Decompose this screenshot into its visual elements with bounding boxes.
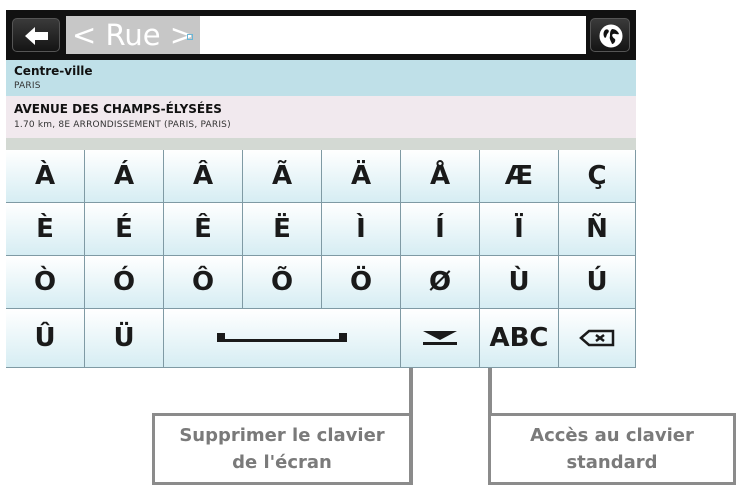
backspace-icon [579, 329, 615, 347]
key-c-cedilla[interactable]: Ç [559, 150, 636, 203]
hide-keyboard-icon [423, 331, 457, 345]
key-o-umlaut[interactable]: Ö [322, 256, 401, 309]
space-bar-key[interactable] [164, 309, 401, 368]
street-placeholder: < Rue > [66, 16, 201, 54]
key-u-grave[interactable]: Ù [480, 256, 559, 309]
street-search-input[interactable]: < Rue > [66, 16, 586, 54]
callout-text-line2: standard [566, 452, 658, 473]
space-bar-icon [217, 333, 347, 342]
key-o-tilde[interactable]: Õ [243, 256, 322, 309]
key-a-acute[interactable]: Á [85, 150, 164, 203]
result-title: Centre-ville [14, 64, 93, 78]
result-title: AVENUE DES CHAMPS-ÉLYSÉES [14, 102, 222, 116]
key-a-circumflex[interactable]: Â [164, 150, 243, 203]
backspace-key[interactable] [559, 309, 636, 368]
navigation-device-screen: < Rue > Centre-ville PARIS AVENUE DES CH… [6, 10, 636, 368]
callout-standard-keyboard: Accès au clavier standard [488, 413, 736, 485]
key-u-umlaut[interactable]: Ü [85, 309, 164, 368]
callout-text-line1: Supprimer le clavier [179, 425, 385, 446]
key-i-grave[interactable]: Ì [322, 203, 401, 256]
key-e-grave[interactable]: È [6, 203, 85, 256]
text-cursor [187, 34, 193, 40]
result-item-avenue[interactable]: AVENUE DES CHAMPS-ÉLYSÉES 1.70 km, 8E AR… [6, 96, 636, 138]
key-i-acute[interactable]: Í [401, 203, 480, 256]
arrow-left-icon [25, 27, 48, 45]
key-ae[interactable]: Æ [480, 150, 559, 203]
key-e-circumflex[interactable]: Ê [164, 203, 243, 256]
key-o-acute[interactable]: Ó [85, 256, 164, 309]
globe-icon [599, 24, 623, 48]
key-u-acute[interactable]: Ú [559, 256, 636, 309]
key-e-umlaut[interactable]: Ë [243, 203, 322, 256]
abc-keyboard-key[interactable]: ABC [480, 309, 559, 368]
list-divider [6, 138, 636, 150]
key-a-umlaut[interactable]: Ä [322, 150, 401, 203]
hide-keyboard-key[interactable] [401, 309, 480, 368]
callout-text-line2: de l'écran [232, 452, 332, 473]
result-item-centre-ville[interactable]: Centre-ville PARIS [6, 60, 636, 96]
callout-hide-keyboard: Supprimer le clavier de l'écran [152, 413, 412, 485]
key-o-slash[interactable]: Ø [401, 256, 480, 309]
result-subtitle: PARIS [14, 81, 41, 91]
globe-button[interactable] [590, 18, 630, 52]
callout-text-line1: Accès au clavier [530, 425, 694, 446]
key-a-grave[interactable]: À [6, 150, 85, 203]
key-a-ring[interactable]: Å [401, 150, 480, 203]
key-a-tilde[interactable]: Ã [243, 150, 322, 203]
accented-keyboard: À Á Â Ã Ä Å Æ Ç È É Ê Ë Ì Í Ï Ñ Ò Ó Ô Õ … [6, 150, 636, 368]
key-n-tilde[interactable]: Ñ [559, 203, 636, 256]
back-button[interactable] [12, 18, 60, 52]
key-e-acute[interactable]: É [85, 203, 164, 256]
key-o-grave[interactable]: Ò [6, 256, 85, 309]
key-o-circumflex[interactable]: Ô [164, 256, 243, 309]
search-bar: < Rue > [6, 10, 636, 60]
key-u-circumflex[interactable]: Û [6, 309, 85, 368]
result-subtitle: 1.70 km, 8E ARRONDISSEMENT (PARIS, PARIS… [14, 120, 231, 130]
key-i-umlaut[interactable]: Ï [480, 203, 559, 256]
